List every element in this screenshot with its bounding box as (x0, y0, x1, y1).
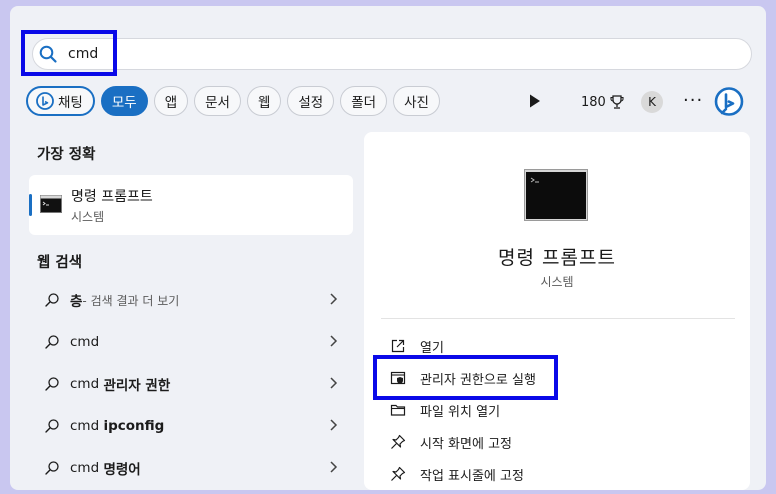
pin-icon (391, 466, 406, 481)
web-result-0[interactable]: 층 - 검색 결과 더 보기 (36, 280, 352, 320)
web-result-3[interactable]: cmd ipconfig (36, 406, 352, 446)
tab-settings[interactable]: 설정 (287, 86, 335, 116)
search-icon (45, 419, 59, 433)
action-pin-to-start[interactable]: 시작 화면에 고정 (390, 430, 512, 454)
web-result-prefix: cmd (70, 418, 104, 434)
web-result-term: ipconfig (103, 418, 165, 434)
web-result-term: cmd (70, 334, 100, 350)
best-match-name: 명령 프롬프트 (71, 189, 153, 205)
selection-indicator (29, 194, 32, 216)
tab-photos[interactable]: 사진 (393, 86, 440, 116)
app-type: 시스템 (540, 275, 574, 289)
search-bar[interactable] (32, 38, 752, 70)
command-prompt-icon (40, 195, 62, 213)
bing-chat-icon (36, 92, 54, 110)
more-options-button[interactable]: ··· (683, 90, 703, 111)
chevron-right-icon (330, 419, 338, 431)
tab-chat[interactable]: 채팅 (26, 86, 95, 116)
action-open-label: 열기 (420, 340, 444, 356)
best-match-heading: 가장 정확 (37, 147, 96, 163)
avatar[interactable]: K (641, 91, 663, 113)
web-result-prefix: cmd (70, 460, 104, 476)
tab-chat-label: 채팅 (58, 95, 83, 111)
tab-folders[interactable]: 폴더 (340, 86, 388, 116)
filter-tabs: 채팅 모두 앱 문서 웹 설정 폴더 사진 (26, 85, 446, 117)
action-pin-to-taskbar[interactable]: 작업 표시줄에 고정 (390, 462, 524, 486)
app-name: 명령 프롬프트 (498, 247, 616, 269)
chevron-right-icon (330, 293, 338, 305)
web-result-prefix: cmd (70, 376, 104, 392)
web-result-term: 층 (70, 294, 83, 310)
web-result-suffix: - 검색 결과 더 보기 (82, 293, 180, 308)
bing-logo-icon[interactable] (713, 86, 745, 118)
chevron-right-icon (330, 461, 338, 473)
web-result-4[interactable]: cmd 명령어 (36, 448, 352, 488)
search-icon (45, 293, 59, 307)
action-pin-to-start-label: 시작 화면에 고정 (420, 436, 512, 452)
search-icon (45, 461, 59, 475)
web-result-2[interactable]: cmd 관리자 권한 (36, 364, 352, 404)
action-highlight-box (373, 355, 558, 400)
command-prompt-icon (524, 169, 588, 221)
chevron-right-icon (330, 377, 338, 389)
tab-web[interactable]: 웹 (246, 86, 282, 116)
search-highlight-box (21, 30, 117, 76)
action-open-file-location[interactable]: 파일 위치 열기 (390, 398, 500, 422)
web-result-1[interactable]: cmd (36, 322, 352, 362)
tab-all[interactable]: 모두 (100, 86, 148, 116)
web-result-term: 명령어 (103, 462, 141, 478)
web-search-heading: 웹 검색 (37, 255, 83, 271)
web-result-term: 관리자 권한 (103, 378, 171, 394)
best-match-type: 시스템 (71, 210, 105, 224)
divider (381, 318, 735, 319)
points-value: 180 (581, 94, 606, 110)
rewards-points[interactable]: 180 (581, 94, 625, 110)
search-icon (45, 335, 59, 349)
tab-documents[interactable]: 문서 (194, 86, 241, 116)
open-external-icon (391, 339, 405, 353)
folder-icon (390, 404, 406, 416)
trophy-icon (610, 95, 624, 109)
action-open-file-location-label: 파일 위치 열기 (420, 404, 501, 420)
play-icon[interactable] (528, 93, 542, 109)
action-pin-to-taskbar-label: 작업 표시줄에 고정 (420, 468, 524, 484)
tab-apps[interactable]: 앱 (153, 86, 189, 116)
chevron-right-icon (330, 335, 338, 347)
search-icon (45, 377, 59, 391)
pin-icon (391, 434, 406, 449)
